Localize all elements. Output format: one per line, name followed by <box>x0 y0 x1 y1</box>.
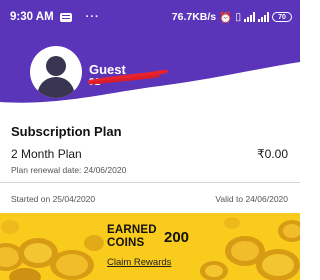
earned-label-line1: EARNED <box>107 224 157 236</box>
message-icon <box>59 12 72 22</box>
avatar[interactable] <box>30 46 82 98</box>
plan-name: 2 Month Plan <box>11 147 82 161</box>
section-title: Subscription Plan <box>11 124 122 139</box>
earned-label-line2: COINS <box>107 237 145 249</box>
network-speed: 76.7KB/s <box>171 11 217 23</box>
earned-coins-label: EARNED COINS <box>107 224 157 250</box>
vibrate-icon: ▯ <box>235 11 241 23</box>
status-bar: 9:30 AM ··· 76.7KB/s ⏰ ▯ 70 <box>0 0 300 34</box>
redaction-scribble <box>88 70 168 85</box>
signal-icon-sim2 <box>258 12 269 22</box>
plan-price: ₹0.00 <box>257 147 288 161</box>
coin-count: 200 <box>164 229 190 246</box>
valid-to-date: Valid to 24/06/2020 <box>215 194 288 204</box>
more-notifications-icon: ··· <box>85 11 100 23</box>
signal-icon-sim1 <box>244 12 255 22</box>
user-silhouette-icon <box>37 56 75 98</box>
alarm-icon: ⏰ <box>219 11 233 24</box>
battery-icon: 70 <box>272 12 292 22</box>
status-time: 9:30 AM <box>10 11 54 23</box>
divider <box>0 182 300 183</box>
start-date: Started on 25/04/2020 <box>11 194 96 204</box>
renewal-date: Plan renewal date: 24/06/2020 <box>11 165 127 175</box>
claim-rewards-link[interactable]: Claim Rewards <box>107 257 171 268</box>
